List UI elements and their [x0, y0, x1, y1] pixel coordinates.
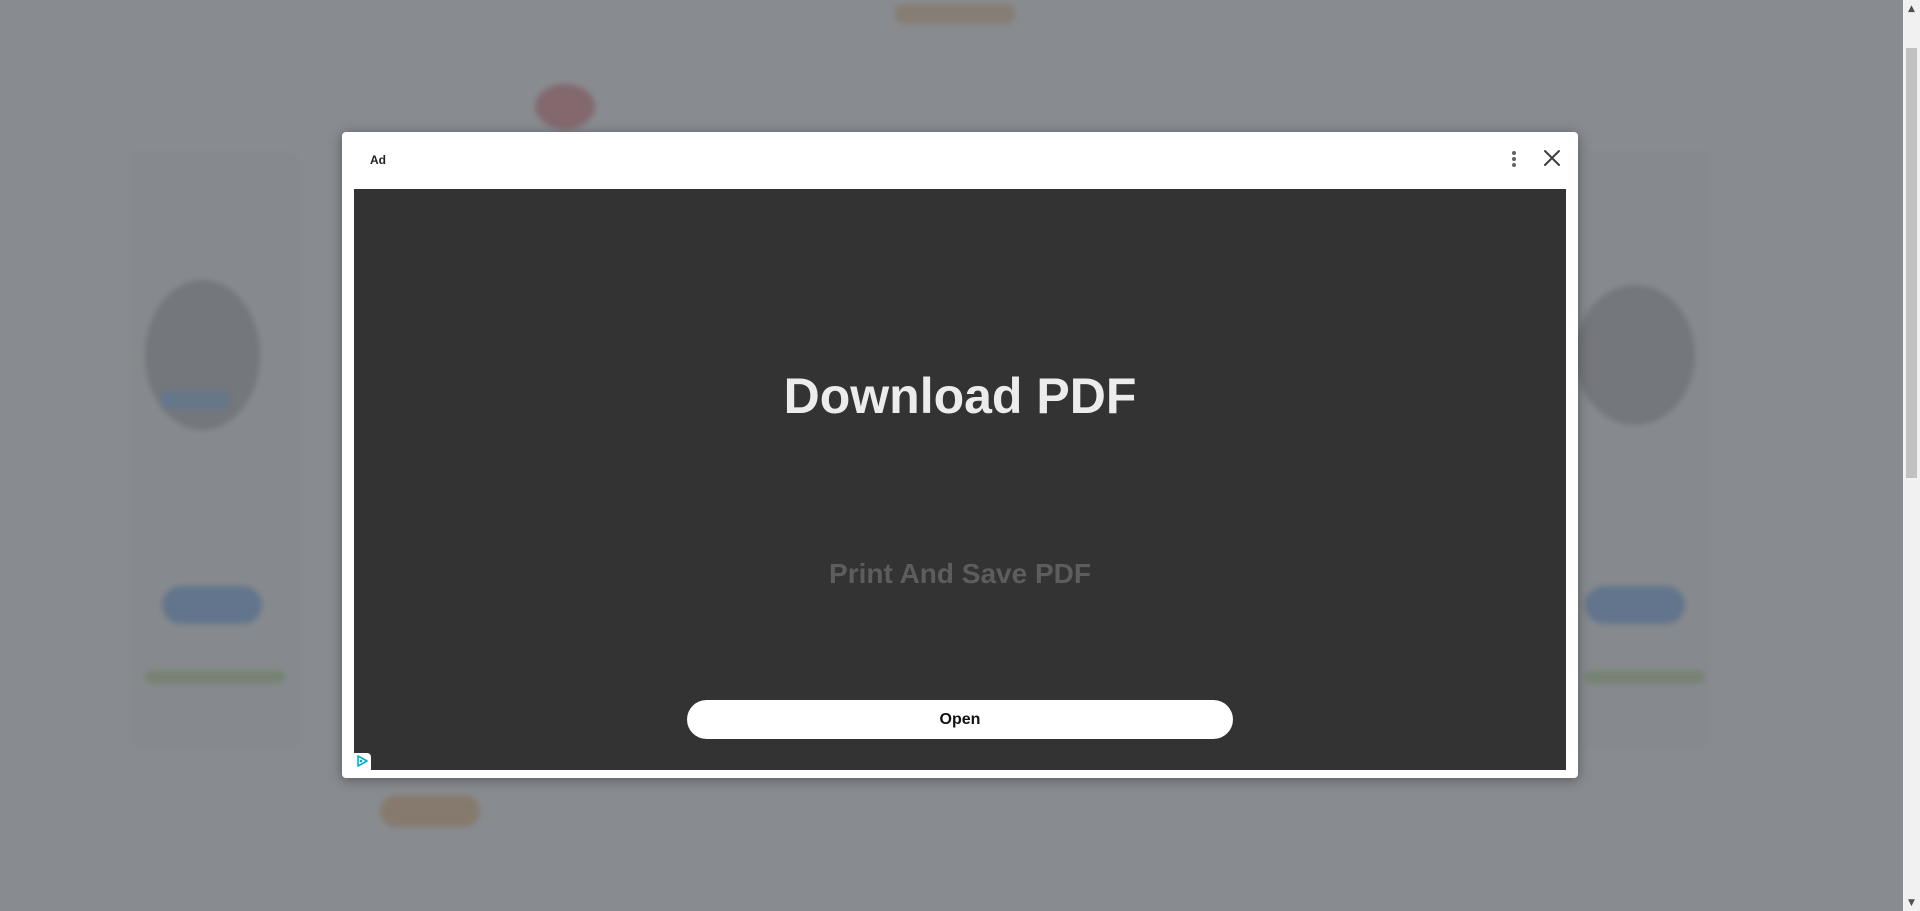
ad-label: Ad [370, 153, 386, 167]
scroll-down-arrow-icon[interactable]: ▼ [1903, 894, 1920, 911]
page-scrollbar[interactable]: ▲ ▼ [1903, 0, 1920, 911]
open-button[interactable]: Open [687, 700, 1233, 739]
ad-interstitial: Ad Download PDF Print And Save PDF Open [342, 132, 1578, 778]
more-vert-icon[interactable] [1507, 148, 1521, 170]
ad-creative[interactable]: Download PDF Print And Save PDF Open [354, 189, 1566, 770]
more-vert-dot [1512, 151, 1516, 155]
ad-headline[interactable]: Download PDF [354, 367, 1566, 425]
close-icon[interactable] [1540, 146, 1564, 170]
adchoices-icon[interactable] [354, 753, 371, 770]
scrollbar-thumb[interactable] [1906, 48, 1917, 478]
ad-subheadline[interactable]: Print And Save PDF [354, 558, 1566, 590]
scroll-up-arrow-icon[interactable]: ▲ [1903, 0, 1920, 17]
more-vert-dot [1512, 163, 1516, 167]
more-vert-dot [1512, 157, 1516, 161]
